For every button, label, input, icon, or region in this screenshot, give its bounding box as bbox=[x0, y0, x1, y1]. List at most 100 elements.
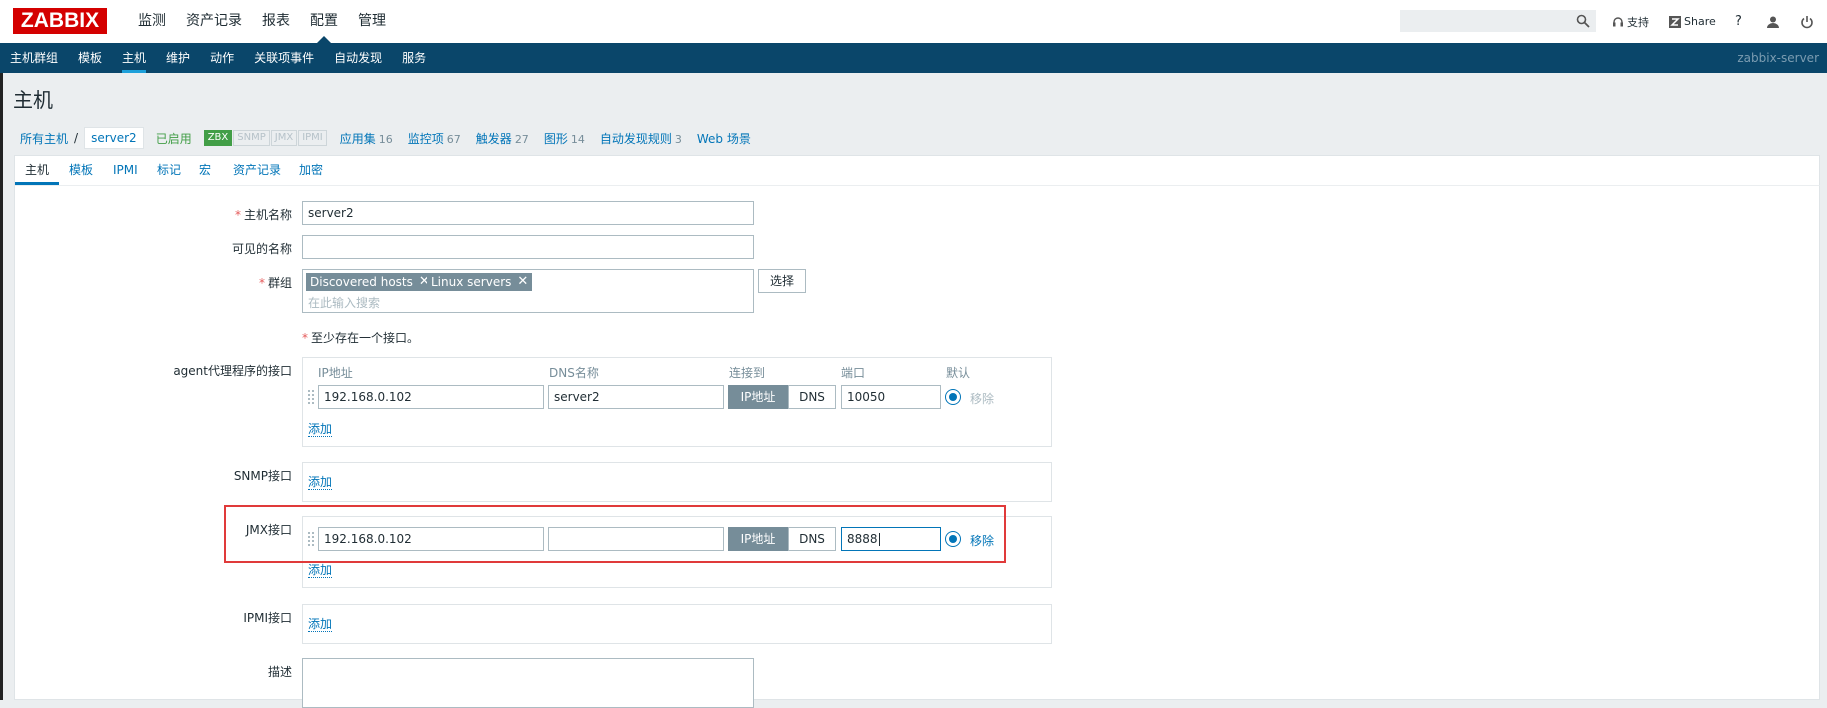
agent-interface-label: agent代理程序的接口 bbox=[173, 364, 292, 378]
signout-button[interactable] bbox=[1800, 0, 1814, 43]
submenu-templates[interactable]: 模板 bbox=[68, 43, 112, 73]
interface-note: * 至少存在一个接口。 bbox=[302, 331, 420, 345]
window-edge bbox=[0, 0, 3, 700]
link-discovery-rules[interactable]: 自动发现规则 3 bbox=[600, 130, 682, 147]
help-button[interactable]: ? bbox=[1735, 0, 1742, 43]
availability-badges: ZBX SNMP JMX IPMI bbox=[203, 130, 328, 146]
link-applications[interactable]: 应用集 16 bbox=[340, 130, 393, 147]
menu-configuration[interactable]: 配置 bbox=[300, 0, 348, 43]
submenu-event-correlation[interactable]: 关联项事件 bbox=[244, 43, 324, 73]
tab-ipmi[interactable]: IPMI bbox=[103, 156, 148, 184]
tab-encryption[interactable]: 加密 bbox=[289, 156, 333, 184]
jmx-connect-dns-button[interactable]: DNS bbox=[788, 527, 836, 551]
agent-remove-link[interactable]: 移除 bbox=[970, 390, 994, 407]
breadcrumb-host-box: server2 bbox=[84, 127, 144, 149]
link-items[interactable]: 监控项 67 bbox=[408, 130, 461, 147]
user-icon bbox=[1767, 16, 1779, 28]
jmx-dns-input[interactable] bbox=[548, 527, 724, 551]
add-jmx-interface-link[interactable]: 添加 bbox=[308, 563, 333, 578]
badge-zbx: ZBX bbox=[203, 130, 233, 146]
submenu-hosts[interactable]: 主机 bbox=[112, 43, 156, 73]
agent-connect-toggle: IP地址 DNS bbox=[728, 385, 836, 409]
col-dns: DNS名称 bbox=[549, 366, 599, 380]
agent-dns-input[interactable]: server2 bbox=[548, 385, 724, 409]
drag-handle-icon[interactable] bbox=[308, 531, 314, 547]
host-name-input[interactable]: server2 bbox=[302, 201, 754, 225]
page-title: 主机 bbox=[13, 88, 53, 112]
menu-monitoring[interactable]: 监测 bbox=[128, 0, 176, 43]
link-graphs[interactable]: 图形 14 bbox=[544, 130, 585, 147]
sub-menu: 主机群组 模板 主机 维护 动作 关联项事件 自动发现 服务 bbox=[0, 43, 436, 73]
power-icon bbox=[1801, 15, 1813, 28]
agent-ip-input[interactable]: 192.168.0.102 bbox=[318, 385, 544, 409]
zabbix-logo[interactable]: ZABBIX bbox=[13, 8, 107, 34]
headset-icon bbox=[1613, 16, 1623, 26]
visible-name-input[interactable] bbox=[302, 235, 754, 259]
link-triggers[interactable]: 触发器 27 bbox=[476, 130, 529, 147]
breadcrumb-all-hosts[interactable]: 所有主机 bbox=[20, 130, 68, 147]
menu-inventory[interactable]: 资产记录 bbox=[176, 0, 252, 43]
tab-host[interactable]: 主机 bbox=[15, 156, 60, 185]
top-header: ZABBIX 监测 资产记录 报表 配置 管理 支持 Share ? bbox=[0, 0, 1827, 44]
share-label: Share bbox=[1684, 15, 1716, 28]
host-tabs: 主机 模板 IPMI 标记 宏 资产记录 加密 bbox=[14, 155, 1820, 185]
col-connect: 连接到 bbox=[729, 366, 766, 380]
add-ipmi-interface-link[interactable]: 添加 bbox=[308, 617, 333, 632]
submenu-discovery[interactable]: 自动发现 bbox=[324, 43, 392, 73]
host-status[interactable]: 已启用 bbox=[156, 130, 192, 147]
submenu-services[interactable]: 服务 bbox=[392, 43, 436, 73]
tab-macros[interactable]: 宏 bbox=[189, 156, 221, 184]
submenu-maintenance[interactable]: 维护 bbox=[156, 43, 200, 73]
ipmi-interface-box bbox=[302, 604, 1052, 644]
support-link[interactable]: 支持 bbox=[1612, 0, 1649, 43]
description-label: 描述 bbox=[267, 665, 292, 679]
jmx-connect-toggle: IP地址 DNS bbox=[728, 527, 836, 551]
breadcrumb-host[interactable]: server2 bbox=[91, 131, 137, 145]
global-search-input[interactable] bbox=[1400, 10, 1596, 32]
jmx-remove-link[interactable]: 移除 bbox=[970, 532, 994, 549]
server-name: zabbix-server bbox=[1737, 51, 1819, 65]
agent-default-radio[interactable] bbox=[945, 389, 961, 405]
search-icon[interactable] bbox=[1576, 14, 1590, 28]
menu-administration[interactable]: 管理 bbox=[348, 0, 396, 43]
tab-inventory[interactable]: 资产记录 bbox=[223, 156, 291, 184]
col-ip: IP地址 bbox=[318, 366, 353, 380]
select-groups-button[interactable]: 选择 bbox=[758, 269, 806, 293]
menu-reports[interactable]: 报表 bbox=[252, 0, 300, 43]
add-agent-interface-link[interactable]: 添加 bbox=[308, 422, 333, 437]
visible-name-label: 可见的名称 bbox=[231, 242, 292, 256]
group-chip-discovered-hosts: Discovered hosts ✕ bbox=[306, 273, 434, 291]
jmx-port-input[interactable]: 8888 bbox=[841, 527, 941, 551]
groups-multiselect[interactable]: Discovered hosts ✕ Linux servers ✕ 在此输入搜索 bbox=[302, 269, 754, 313]
agent-port-input[interactable]: 10050 bbox=[841, 385, 941, 409]
group-chip-linux-servers: Linux servers ✕ bbox=[427, 273, 533, 291]
submenu-actions[interactable]: 动作 bbox=[200, 43, 244, 73]
breadcrumb: 所有主机 / server2 已启用 ZBX SNMP JMX IPMI 应用集… bbox=[14, 127, 766, 149]
profile-button[interactable] bbox=[1766, 0, 1780, 43]
jmx-connect-ip-button[interactable]: IP地址 bbox=[728, 527, 788, 551]
description-textarea[interactable] bbox=[302, 658, 754, 708]
remove-chip-icon[interactable]: ✕ bbox=[517, 273, 528, 291]
add-snmp-interface-link[interactable]: 添加 bbox=[308, 475, 333, 490]
jmx-interface-label: JMX接口 bbox=[245, 523, 292, 537]
snmp-interface-label: SNMP接口 bbox=[233, 469, 292, 483]
agent-connect-ip-button[interactable]: IP地址 bbox=[728, 385, 788, 409]
agent-connect-dns-button[interactable]: DNS bbox=[788, 385, 836, 409]
link-web-scenarios[interactable]: Web 场景 bbox=[697, 130, 751, 147]
support-label: 支持 bbox=[1627, 15, 1649, 29]
share-link[interactable]: Share bbox=[1669, 0, 1716, 43]
groups-search-placeholder[interactable]: 在此输入搜索 bbox=[308, 294, 380, 311]
badge-ipmi: IPMI bbox=[298, 130, 327, 146]
ipmi-interface-label: IPMI接口 bbox=[243, 611, 292, 625]
submenu-host-groups[interactable]: 主机群组 bbox=[0, 43, 68, 73]
tab-templates[interactable]: 模板 bbox=[59, 156, 103, 184]
jmx-default-radio[interactable] bbox=[945, 531, 961, 547]
help-icon: ? bbox=[1735, 14, 1742, 29]
groups-label: * 群组 bbox=[258, 276, 292, 290]
sub-menu-bar: 主机群组 模板 主机 维护 动作 关联项事件 自动发现 服务 zabbix-se… bbox=[0, 43, 1827, 73]
drag-handle-icon[interactable] bbox=[308, 389, 314, 405]
badge-snmp: SNMP bbox=[233, 130, 270, 146]
jmx-ip-input[interactable]: 192.168.0.102 bbox=[318, 527, 544, 551]
main-menu: 监测 资产记录 报表 配置 管理 bbox=[128, 0, 396, 43]
tab-tags[interactable]: 标记 bbox=[147, 156, 191, 184]
